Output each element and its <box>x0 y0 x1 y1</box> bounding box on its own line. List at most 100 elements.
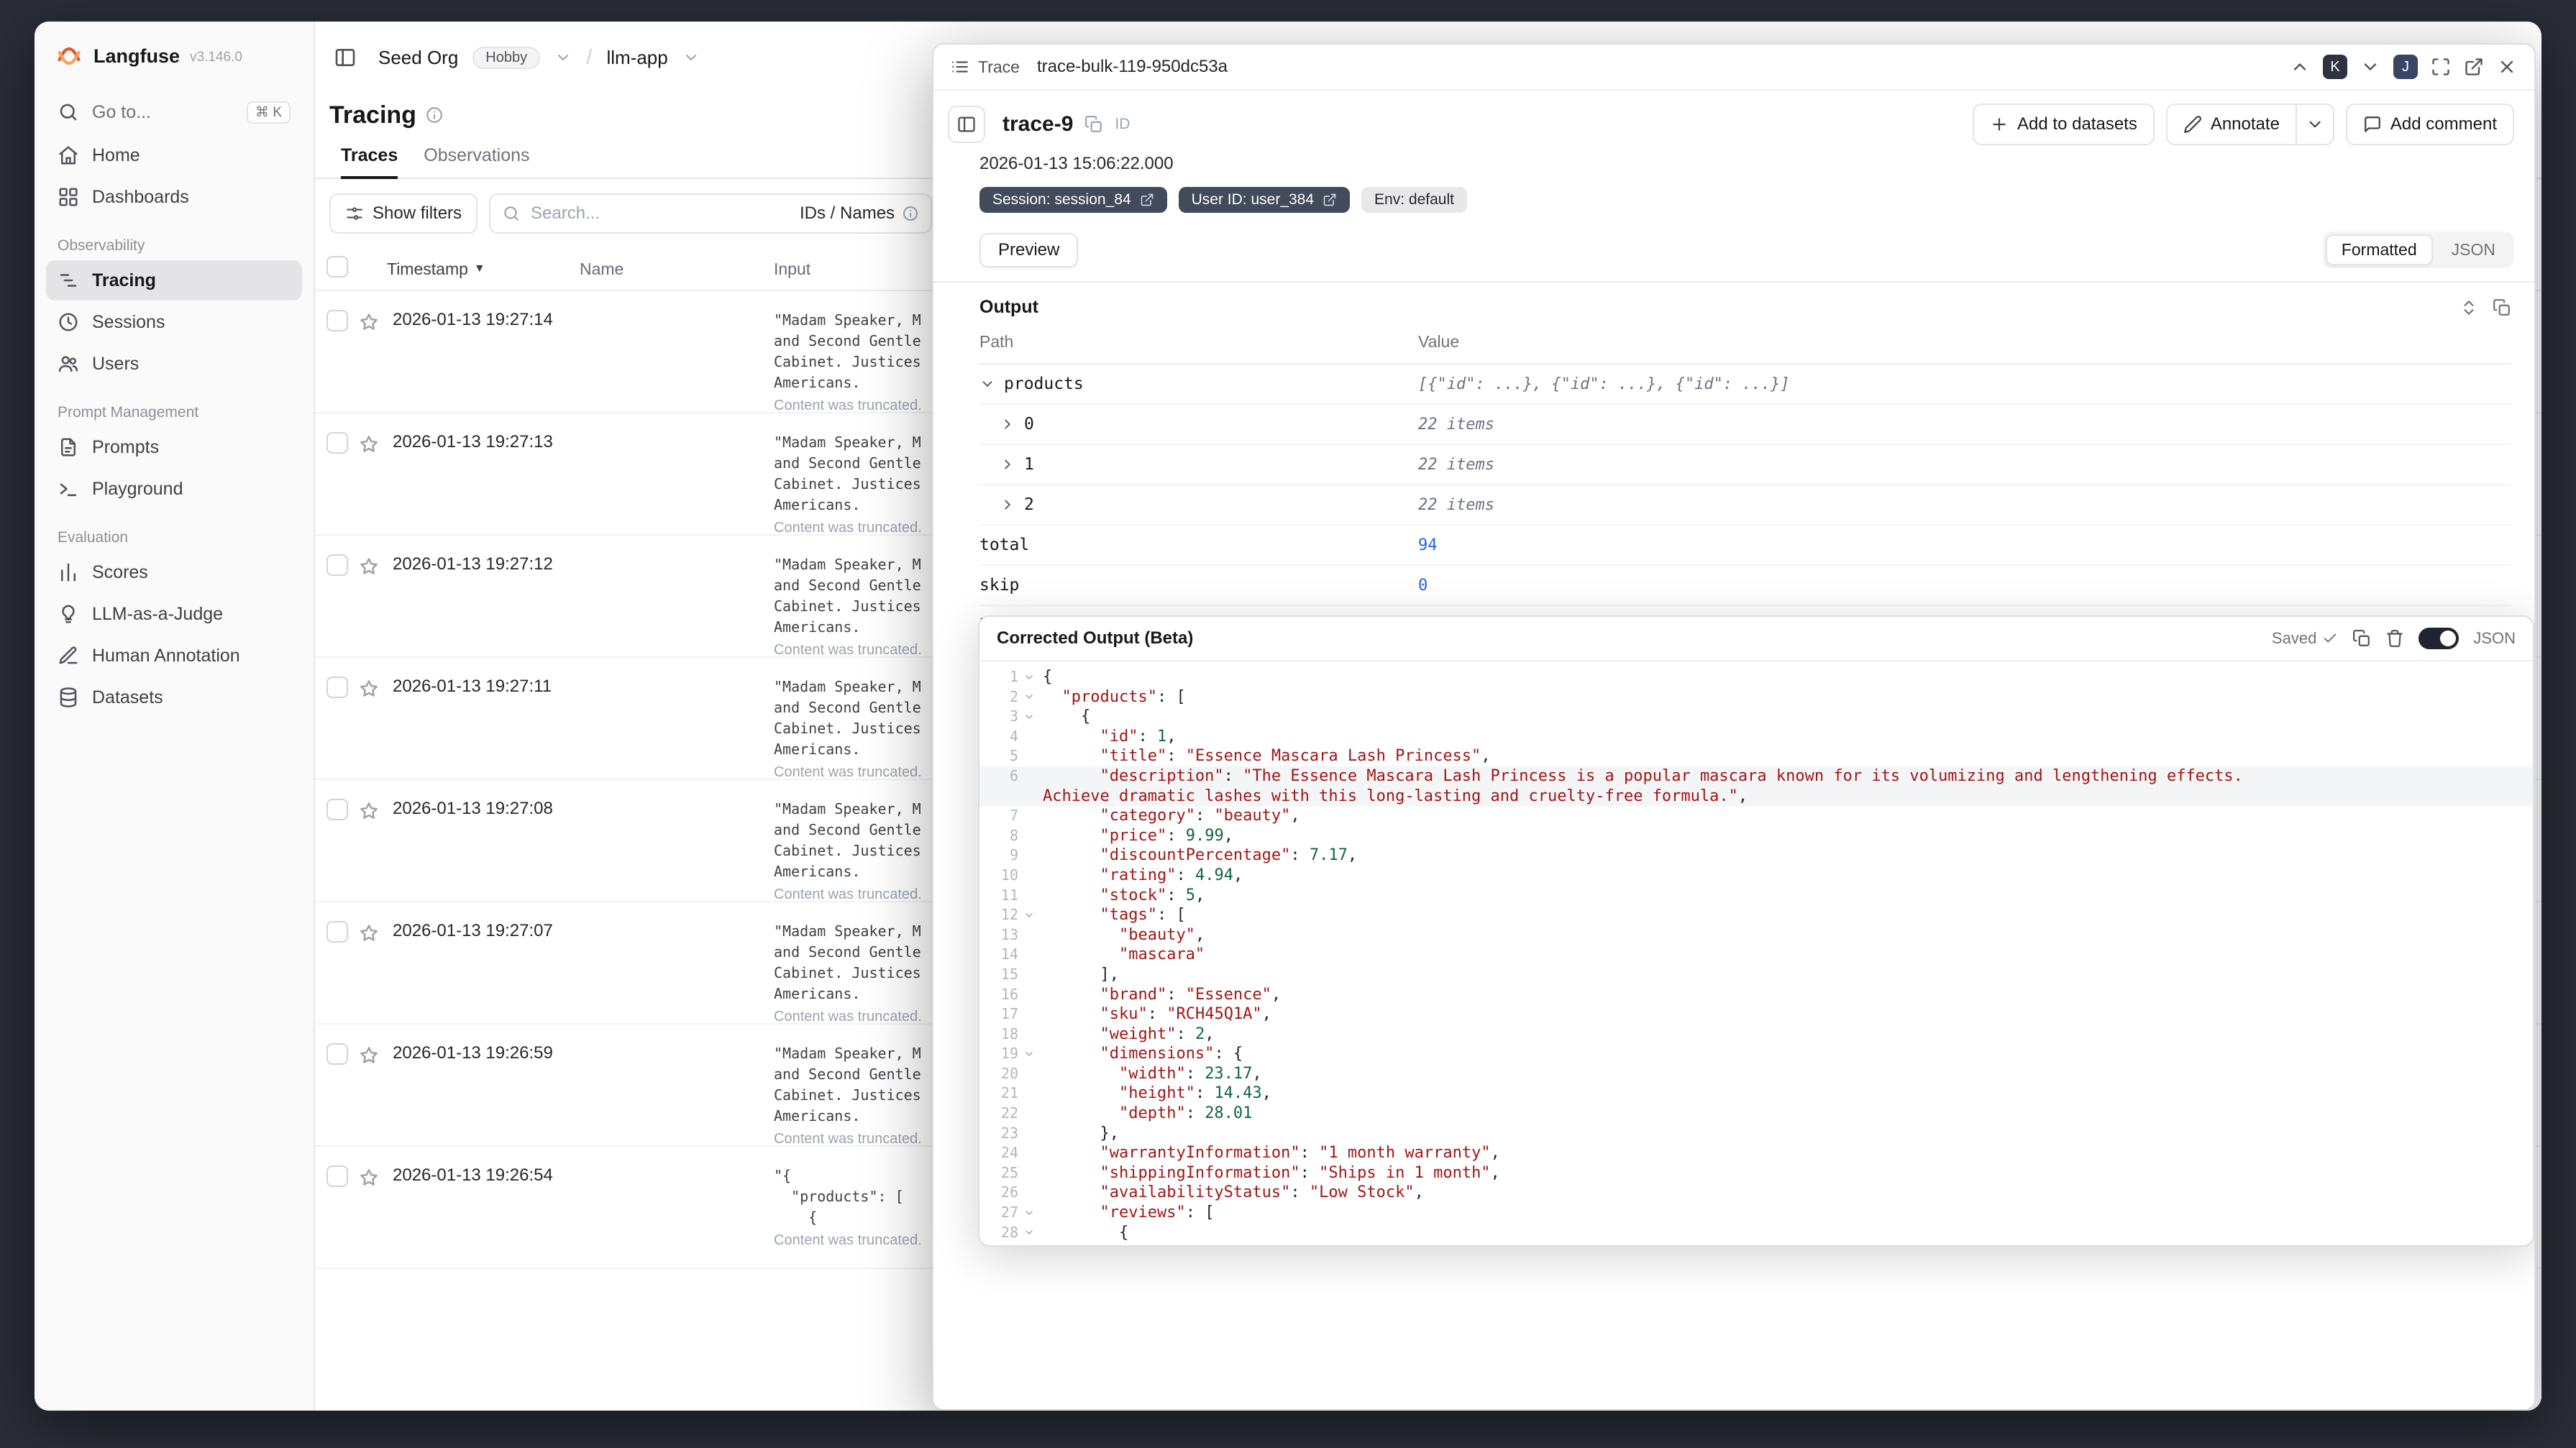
fold-toggle-icon[interactable] <box>1018 667 1040 687</box>
bookmark-star-icon[interactable] <box>358 922 380 944</box>
search-scope-select[interactable]: IDs / Names <box>800 203 919 224</box>
sidebar-item-scores[interactable]: Scores <box>46 552 302 592</box>
fold-toggle-icon[interactable] <box>1018 707 1040 727</box>
trace-input-preview: "Madam Speaker, M and Second Gentle Cabi… <box>774 800 922 902</box>
fold-toggle-icon[interactable] <box>1018 687 1040 707</box>
search-input[interactable] <box>531 203 790 224</box>
close-icon[interactable] <box>2497 57 2517 77</box>
bookmark-star-icon[interactable] <box>358 311 380 333</box>
annotate-button[interactable]: Annotate <box>2165 104 2297 145</box>
row-checkbox[interactable] <box>326 310 348 331</box>
org-selector[interactable]: Seed Org <box>378 47 458 69</box>
chevron-down-icon[interactable] <box>554 49 572 66</box>
json-editor[interactable]: 1{2 "products": [3 {4 "id": 1, 5 "title":… <box>979 661 2533 1245</box>
line-number: 17 <box>1000 1005 1018 1023</box>
fold-toggle-icon[interactable] <box>1018 1044 1040 1064</box>
fold-toggle-icon[interactable] <box>1018 1223 1040 1243</box>
line-number: 20 <box>1000 1064 1018 1082</box>
chevron-right-icon[interactable] <box>1000 497 1015 513</box>
row-checkbox[interactable] <box>326 1165 348 1187</box>
tab-preview[interactable]: Preview <box>979 232 1079 267</box>
code-line: 23 }, <box>979 1124 2533 1144</box>
bookmark-star-icon[interactable] <box>358 678 380 700</box>
chevron-down-icon[interactable] <box>682 49 700 66</box>
chevron-right-icon[interactable] <box>1000 416 1015 432</box>
output-row-2[interactable]: 2 22 items <box>979 485 2511 526</box>
copy-output-icon[interactable] <box>2493 298 2511 317</box>
output-row-1[interactable]: 1 22 items <box>979 445 2511 485</box>
output-row-skip[interactable]: skip 0 <box>979 566 2511 606</box>
sidebar-toggle-button[interactable] <box>326 39 364 76</box>
previous-trace-button[interactable] <box>2290 57 2310 77</box>
line-number: 9 <box>1009 846 1018 864</box>
select-all-checkbox[interactable] <box>326 256 348 278</box>
format-json[interactable]: JSON <box>2436 234 2511 265</box>
fold-toggle-icon[interactable] <box>1018 1203 1040 1223</box>
plan-badge[interactable]: Hobby <box>472 46 541 69</box>
bookmark-star-icon[interactable] <box>358 556 380 577</box>
output-row-0[interactable]: 0 22 items <box>979 405 2511 445</box>
row-checkbox[interactable] <box>326 921 348 943</box>
delete-icon[interactable] <box>2385 629 2404 648</box>
annotate-menu-button[interactable] <box>2296 104 2334 145</box>
row-checkbox[interactable] <box>326 432 348 454</box>
output-header: Output <box>979 297 2511 318</box>
next-trace-button[interactable] <box>2360 57 2380 77</box>
trace-name: trace-9 <box>1002 112 1074 136</box>
trace-input-preview: "{ "products": [ { Content was truncated… <box>774 1167 922 1248</box>
json-toggle[interactable] <box>2419 628 2459 649</box>
row-checkbox[interactable] <box>326 677 348 698</box>
expand-icon[interactable] <box>2431 57 2451 77</box>
sidebar-item-home[interactable]: Home <box>46 135 302 175</box>
session-badge[interactable]: Session: session_84 <box>979 187 1167 213</box>
sidebar-item-llm-as-a-judge[interactable]: LLM-as-a-Judge <box>46 594 302 634</box>
info-icon[interactable] <box>902 205 919 222</box>
corrected-output-panel: Corrected Output (Beta) Saved JSON 1{2 "… <box>978 615 2534 1247</box>
tab-observations[interactable]: Observations <box>424 145 529 178</box>
open-in-new-icon[interactable] <box>2464 57 2484 77</box>
line-number: 22 <box>1000 1104 1018 1122</box>
output-row-total[interactable]: total 94 <box>979 526 2511 566</box>
panel-left-icon <box>956 114 977 134</box>
goto-search[interactable]: Go to... ⌘ K <box>46 92 302 132</box>
line-number: 27 <box>1000 1204 1018 1222</box>
column-timestamp[interactable]: Timestamp ▼ <box>387 260 580 279</box>
row-checkbox[interactable] <box>326 799 348 820</box>
add-comment-button[interactable]: Add comment <box>2345 104 2514 145</box>
tab-traces[interactable]: Traces <box>341 145 398 179</box>
bookmark-star-icon[interactable] <box>358 434 380 455</box>
fold-toggle-icon[interactable] <box>1018 905 1040 925</box>
row-checkbox[interactable] <box>326 554 348 576</box>
output-row-products[interactable]: products [{"id": ...}, {"id": ...}, {"id… <box>979 365 2511 405</box>
trace-input-preview: "Madam Speaker, M and Second Gentle Cabi… <box>774 556 922 658</box>
copy-icon[interactable] <box>2352 629 2371 648</box>
chevron-right-icon[interactable] <box>1000 457 1015 472</box>
bookmark-star-icon[interactable] <box>358 1045 380 1066</box>
tree-panel-toggle[interactable] <box>948 106 985 143</box>
code-line: 8 "price": 9.99, <box>979 826 2533 846</box>
sidebar-item-tracing[interactable]: Tracing <box>46 260 302 301</box>
add-to-datasets-button[interactable]: Add to datasets <box>1973 104 2155 145</box>
user-badge[interactable]: User ID: user_384 <box>1178 187 1351 213</box>
sidebar-item-datasets[interactable]: Datasets <box>46 677 302 718</box>
sidebar-item-playground[interactable]: Playground <box>46 469 302 509</box>
line-number: 6 <box>1009 766 1018 784</box>
project-selector[interactable]: llm-app <box>606 47 667 69</box>
copy-id-icon[interactable] <box>1084 115 1103 134</box>
sidebar-item-sessions[interactable]: Sessions <box>46 302 302 342</box>
row-checkbox[interactable] <box>326 1043 348 1065</box>
bookmark-star-icon[interactable] <box>358 800 380 822</box>
sidebar-item-users[interactable]: Users <box>46 344 302 384</box>
trace-actions: Add to datasets Annotate Add comment <box>1973 104 2514 145</box>
sidebar-item-human-annotation[interactable]: Human Annotation <box>46 636 302 676</box>
show-filters-button[interactable]: Show filters <box>329 193 478 234</box>
sidebar-item-prompts[interactable]: Prompts <box>46 427 302 467</box>
sidebar-item-dashboards[interactable]: Dashboards <box>46 177 302 217</box>
trace-type-icon <box>951 58 969 76</box>
expand-rows-icon[interactable] <box>2459 298 2478 317</box>
chevron-down-icon[interactable] <box>979 376 995 392</box>
code-line: 10 "rating": 4.94, <box>979 866 2533 886</box>
format-formatted[interactable]: Formatted <box>2325 234 2433 265</box>
info-icon[interactable] <box>425 106 444 124</box>
bookmark-star-icon[interactable] <box>358 1167 380 1188</box>
